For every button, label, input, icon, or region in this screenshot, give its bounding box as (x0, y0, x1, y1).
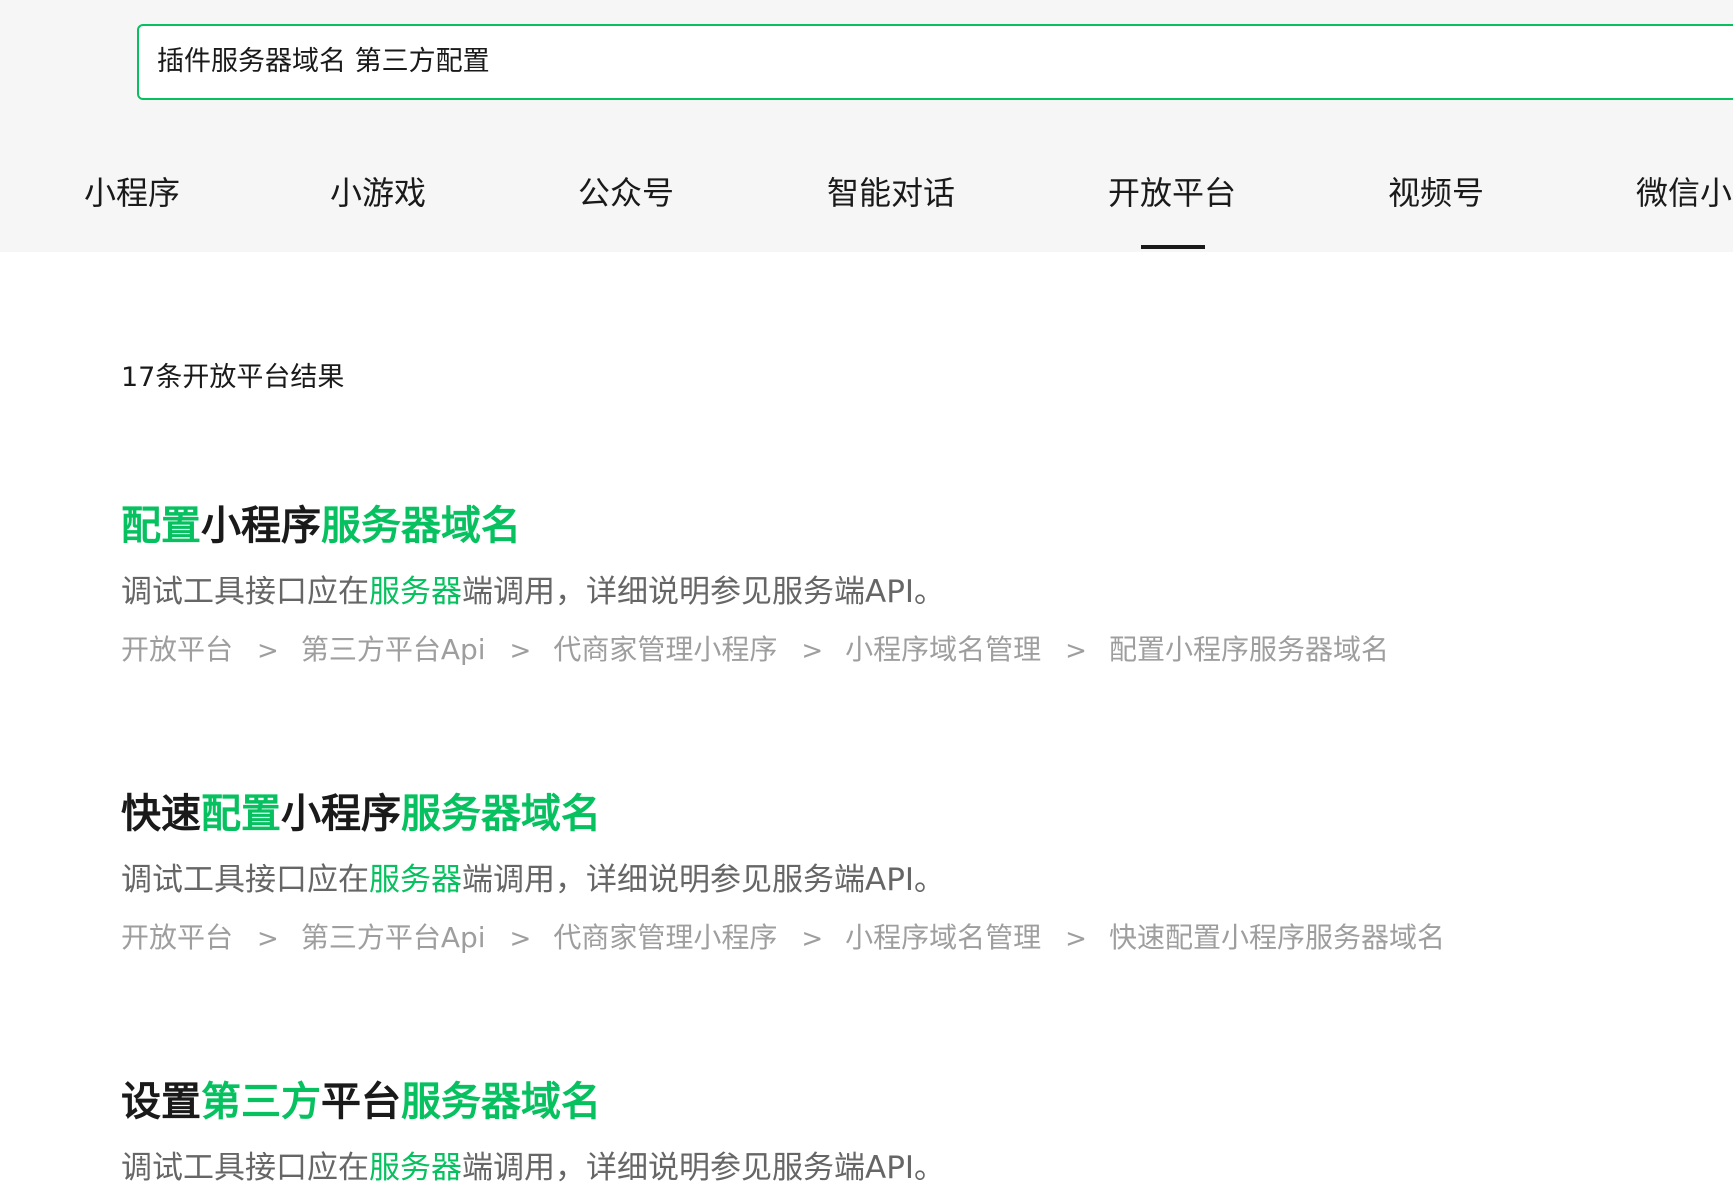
chevron-right-icon: > (1065, 636, 1087, 666)
breadcrumb-item[interactable]: 代商家管理小程序 (553, 633, 777, 666)
title-highlight: 服务器域名 (401, 791, 601, 837)
results-count: 17条开放平台结果 (121, 362, 345, 393)
search-result: 设置第三方平台服务器域名 调试工具接口应在服务器端调用，详细说明参见服务端API… (121, 1076, 1621, 1188)
tab-smart-dialog[interactable]: 智能对话 (827, 168, 955, 214)
breadcrumb-item[interactable]: 开放平台 (121, 633, 233, 666)
chevron-right-icon: > (257, 636, 279, 666)
title-text: 小程序 (201, 503, 321, 549)
desc-text: 调试工具接口应在 (121, 574, 369, 610)
active-tab-indicator (1141, 245, 1205, 249)
chevron-right-icon: > (509, 924, 532, 954)
tab-channels[interactable]: 视频号 (1388, 168, 1484, 214)
chevron-right-icon: > (509, 636, 532, 666)
title-highlight: 服务器域名 (401, 1079, 601, 1125)
title-highlight: 服务器域名 (321, 503, 521, 549)
breadcrumb: 开放平台 > 第三方平台Api > 代商家管理小程序 > 小程序域名管理 > 快速配置小程序服务… (121, 920, 1621, 957)
category-tabs: 小程序 小游戏 公众号 智能对话 开放平台 视频号 微信小 (0, 150, 1733, 252)
result-description: 调试工具接口应在服务器端调用，详细说明参见服务端API。 (121, 860, 1621, 900)
breadcrumb-item[interactable]: 小程序域名管理 (845, 921, 1041, 954)
title-text: 快速 (121, 791, 201, 837)
desc-highlight: 服务器 (369, 1150, 462, 1186)
tab-mini-game[interactable]: 小游戏 (330, 168, 426, 214)
result-description: 调试工具接口应在服务器端调用，详细说明参见服务端API。 (121, 1148, 1621, 1188)
desc-text: 调试工具接口应在 (121, 862, 369, 898)
result-description: 调试工具接口应在服务器端调用，详细说明参见服务端API。 (121, 572, 1621, 612)
tab-mini-program[interactable]: 小程序 (84, 168, 180, 214)
search-header: 小程序 小游戏 公众号 智能对话 开放平台 视频号 微信小 (0, 0, 1733, 252)
search-result: 配置小程序服务器域名 调试工具接口应在服务器端调用，详细说明参见服务端API。 … (121, 500, 1621, 669)
desc-text: 端调用，详细说明参见服务端API。 (462, 1150, 946, 1186)
chevron-right-icon: > (257, 924, 279, 954)
desc-text: 调试工具接口应在 (121, 1150, 369, 1186)
chevron-right-icon: > (801, 924, 824, 954)
search-box[interactable] (137, 24, 1733, 100)
breadcrumb: 开放平台 > 第三方平台Api > 代商家管理小程序 > 小程序域名管理 > 配置小程序服务器域… (121, 632, 1621, 669)
tab-official-account[interactable]: 公众号 (578, 168, 674, 214)
desc-highlight: 服务器 (369, 862, 462, 898)
desc-text: 端调用，详细说明参见服务端API。 (462, 574, 946, 610)
breadcrumb-item[interactable]: 代商家管理小程序 (553, 921, 777, 954)
chevron-right-icon: > (801, 636, 824, 666)
result-title-link[interactable]: 配置小程序服务器域名 (121, 500, 1621, 552)
desc-highlight: 服务器 (369, 574, 462, 610)
breadcrumb-item[interactable]: 配置小程序服务器域名 (1109, 633, 1389, 666)
title-text: 小程序 (281, 791, 401, 837)
title-highlight: 第三方 (201, 1079, 321, 1125)
desc-text: 端调用，详细说明参见服务端API。 (462, 862, 946, 898)
breadcrumb-item[interactable]: 小程序域名管理 (845, 633, 1041, 666)
tab-wechat-more[interactable]: 微信小 (1636, 168, 1732, 214)
title-text: 设置 (121, 1079, 201, 1125)
result-title-link[interactable]: 设置第三方平台服务器域名 (121, 1076, 1621, 1128)
search-result: 快速配置小程序服务器域名 调试工具接口应在服务器端调用，详细说明参见服务端API… (121, 788, 1621, 957)
tab-open-platform[interactable]: 开放平台 (1108, 168, 1236, 214)
search-input[interactable] (157, 26, 1557, 98)
title-highlight: 配置 (201, 791, 281, 837)
breadcrumb-item[interactable]: 第三方平台Api (301, 633, 486, 666)
breadcrumb-item[interactable]: 第三方平台Api (301, 921, 486, 954)
breadcrumb-item[interactable]: 开放平台 (121, 921, 233, 954)
breadcrumb-item[interactable]: 快速配置小程序服务器域名 (1109, 921, 1445, 954)
title-highlight: 配置 (121, 503, 201, 549)
result-title-link[interactable]: 快速配置小程序服务器域名 (121, 788, 1621, 840)
title-text: 平台 (321, 1079, 401, 1125)
chevron-right-icon: > (1065, 924, 1087, 954)
